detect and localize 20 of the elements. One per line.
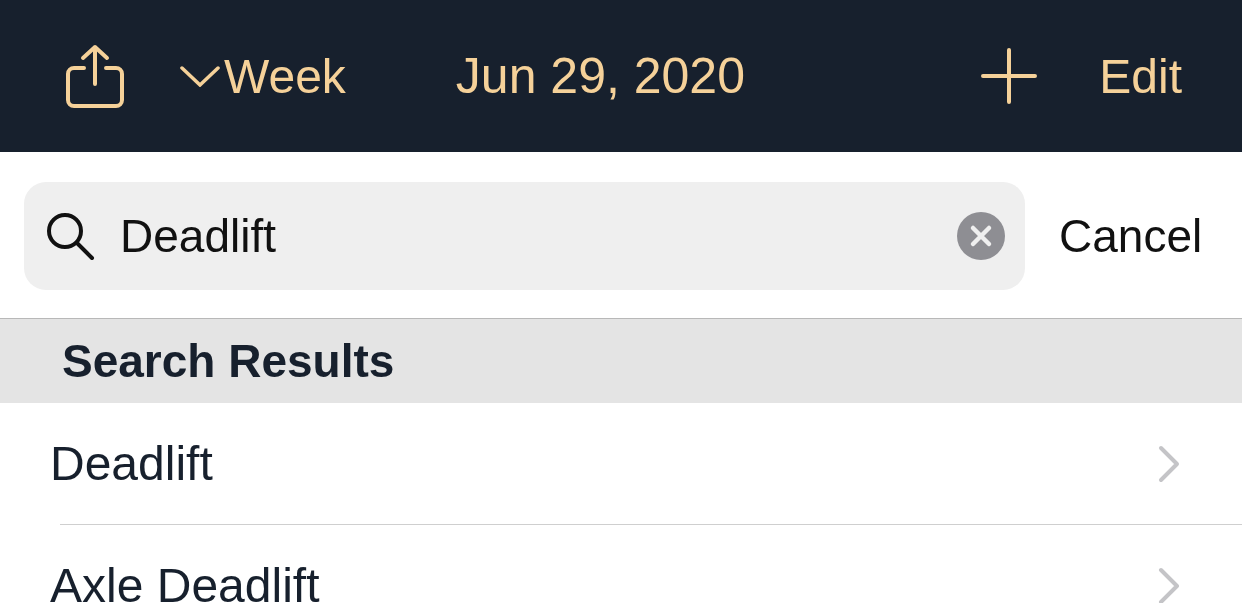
plus-icon <box>981 48 1038 104</box>
share-button[interactable] <box>64 44 126 108</box>
search-icon <box>44 210 96 262</box>
result-row[interactable]: Axle Deadlift <box>0 525 1242 603</box>
chevron-right-icon <box>1158 566 1180 603</box>
section-title: Search Results <box>62 334 395 388</box>
add-button[interactable] <box>981 48 1038 104</box>
week-selector[interactable]: Week <box>180 48 346 104</box>
edit-button[interactable]: Edit <box>1099 48 1182 104</box>
result-row[interactable]: Deadlift <box>0 403 1242 524</box>
share-icon <box>64 44 126 108</box>
clear-icon[interactable] <box>957 212 1005 260</box>
chevron-right-icon <box>1158 444 1180 483</box>
result-label: Axle Deadlift <box>50 558 320 603</box>
result-label: Deadlift <box>50 436 213 491</box>
chevron-down-icon <box>180 65 220 87</box>
cancel-button[interactable]: Cancel <box>1059 209 1203 263</box>
search-bar[interactable]: Deadlift <box>24 182 1025 290</box>
search-field[interactable]: Deadlift <box>118 208 935 264</box>
date-title: Jun 29, 2020 <box>455 47 745 105</box>
